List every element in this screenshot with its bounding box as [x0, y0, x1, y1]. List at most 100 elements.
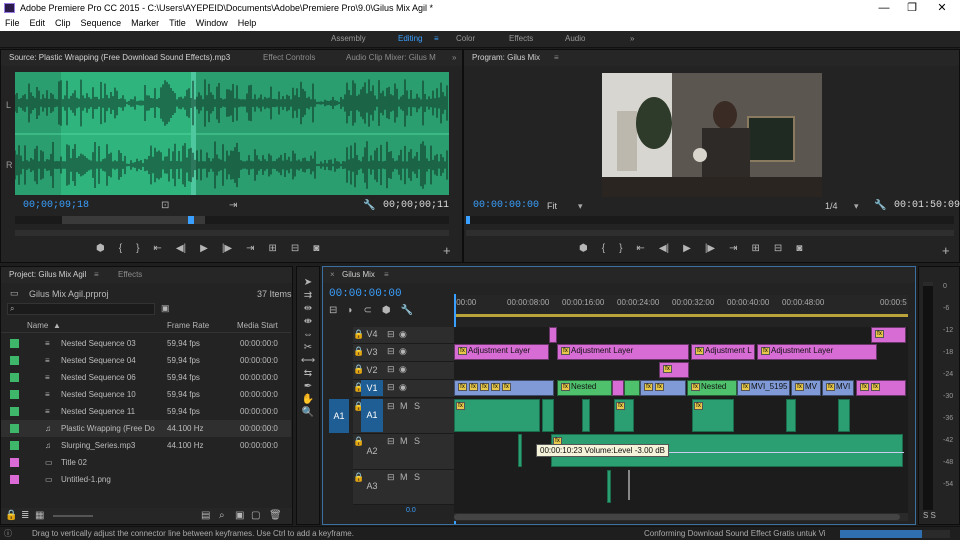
clip-adjustment-layer-4[interactable]: fx Adjustment Layer [757, 344, 877, 360]
label-color-swatch[interactable] [10, 475, 19, 484]
rolling-edit-tool-icon[interactable]: ⇼ [304, 316, 312, 327]
clip-v1-pink[interactable] [612, 380, 624, 396]
workspace-menu-icon[interactable]: ≡ [434, 34, 439, 43]
play-icon[interactable]: ▶ [200, 243, 208, 257]
project-list-item[interactable]: ♫ Slurping_Series.mp3 44.100 Hz 00:00:00:0 [1, 437, 291, 454]
project-list-item[interactable]: ≡ Nested Sequence 06 59,94 fps 00:00:00:0 [1, 369, 291, 386]
clip-adjustment-layer-3[interactable]: fx Adjustment L [691, 344, 755, 360]
program-step-forward-icon[interactable]: |▶ [705, 243, 715, 257]
menu-sequence[interactable]: Sequence [76, 16, 127, 31]
mute-button[interactable]: M [400, 401, 408, 411]
minimize-button[interactable]: — [870, 0, 898, 16]
lock-icon[interactable]: 🔒 [5, 510, 17, 521]
solo-button[interactable]: S [414, 472, 420, 482]
add-marker-icon[interactable]: ⬢ [382, 305, 391, 317]
project-list-item[interactable]: ▭ Title 02 [1, 454, 291, 471]
icon-view-icon[interactable]: ▦ [35, 510, 44, 521]
workspace-effects[interactable]: Effects [509, 34, 533, 43]
menu-help[interactable]: Help [233, 16, 262, 31]
track-target-toggle[interactable]: A3 [361, 470, 383, 503]
sync-lock-icon[interactable]: ⊟ [387, 382, 395, 393]
clip-mvi-2[interactable]: fx MV [791, 380, 821, 396]
track-target-toggle[interactable]: V2 [361, 362, 383, 378]
clip-nested-2[interactable]: fx Nested [687, 380, 737, 396]
fit-chevron-down-icon[interactable]: ▾ [578, 201, 583, 212]
clip-v1-group-1[interactable]: fx fx fx fx fx [454, 380, 554, 396]
program-add-button-icon[interactable]: + [942, 243, 950, 258]
program-step-back-icon[interactable]: ◀| [659, 243, 669, 257]
project-list-item[interactable]: ▭ Untitled-1.png [1, 471, 291, 488]
program-menu-icon[interactable]: ≡ [554, 50, 559, 66]
label-color-swatch[interactable] [10, 407, 19, 416]
close-sequence-icon[interactable]: × [330, 267, 335, 283]
mark-out-icon[interactable]: } [136, 243, 139, 257]
source-playhead[interactable] [188, 216, 194, 224]
insert-icon[interactable]: ⇥ [229, 200, 237, 211]
timeline-ruler[interactable]: :00:00 00:00:08:00 00:00:16:00 00:00:24:00 0… [454, 295, 908, 317]
marker-icon[interactable]: ⬢ [96, 243, 105, 257]
eye-icon[interactable]: ◉ [399, 364, 407, 375]
eye-icon[interactable]: ◉ [399, 346, 407, 357]
clip-v1-end[interactable]: fx fx [856, 380, 906, 396]
insert-clip-icon[interactable]: ⊞ [269, 243, 277, 257]
track-target-toggle[interactable]: V3 [361, 344, 383, 360]
clip-v1-group-2[interactable]: fx fx [640, 380, 686, 396]
timeline-zoom-scrollbar[interactable] [454, 513, 908, 521]
audio-clip-a2-1[interactable] [518, 434, 522, 467]
resolution-dropdown[interactable]: 1/4 [825, 201, 838, 211]
timeline-scroll-thumb[interactable] [454, 514, 900, 520]
label-color-swatch[interactable] [10, 441, 19, 450]
pen-tool-icon[interactable]: ✒ [304, 381, 312, 392]
source-patch-a1[interactable]: A1 [329, 399, 349, 433]
label-color-swatch[interactable] [10, 339, 19, 348]
track-target-toggle[interactable]: A2 [361, 434, 383, 468]
overwrite-icon[interactable]: ⊟ [291, 243, 299, 257]
clip-v1-green[interactable] [624, 380, 640, 396]
master-mix-value[interactable]: 0.0 [406, 507, 416, 514]
program-title[interactable]: Program: Gilus Mix [472, 50, 540, 66]
nest-icon[interactable]: ⊟ [329, 305, 337, 317]
ripple-edit-tool-icon[interactable]: ⇹ [304, 303, 312, 314]
label-color-swatch[interactable] [10, 356, 19, 365]
lift-icon[interactable]: ⊞ [752, 243, 760, 257]
project-list-item[interactable]: ♫ Plastic Wrapping (Free Do 44.100 Hz 00:00… [1, 420, 291, 437]
sequence-menu-icon[interactable]: ≡ [384, 267, 389, 283]
new-file-icon[interactable]: ▢ [251, 510, 260, 521]
workspace-editing[interactable]: Editing [398, 34, 422, 43]
panel-overflow-icon[interactable]: » [452, 50, 456, 66]
step-back-icon[interactable]: ◀| [176, 243, 186, 257]
step-forward-icon[interactable]: |▶ [222, 243, 232, 257]
linked-selection-icon[interactable]: ⊂ [363, 305, 371, 317]
program-video-frame[interactable] [602, 73, 822, 197]
program-play-icon[interactable]: ▶ [683, 243, 691, 257]
audio-clip-a3-1[interactable] [607, 470, 611, 503]
find-icon[interactable]: ⌕ [219, 510, 225, 521]
sync-lock-icon[interactable]: ⊟ [387, 346, 395, 357]
audio-clip-a1-6[interactable] [786, 399, 796, 432]
clip-v2-title[interactable]: fx [659, 362, 689, 378]
project-search-input[interactable]: ⌕ [7, 303, 155, 315]
maximize-button[interactable]: ❐ [898, 0, 926, 16]
column-media-start[interactable]: Media Start [237, 319, 278, 333]
program-mark-in-icon[interactable]: { [602, 243, 605, 257]
mute-button[interactable]: M [400, 436, 408, 446]
source-zoom-bar[interactable] [15, 230, 449, 236]
audio-clip-a1-5[interactable]: fx [692, 399, 734, 432]
clip-v4-end[interactable]: fx [871, 327, 906, 343]
project-menu-icon[interactable]: ≡ [94, 267, 99, 283]
go-to-in-icon[interactable]: ⇤ [153, 243, 161, 257]
program-zoom-bar[interactable] [466, 230, 954, 236]
track-target-toggle[interactable]: A1 [361, 399, 383, 432]
clip-nested-1[interactable]: fx Nested [557, 380, 612, 396]
tab-source[interactable]: Source: Plastic Wrapping (Free Download … [9, 50, 230, 66]
slip-tool-icon[interactable]: ⟷ [301, 355, 315, 366]
sync-lock-icon[interactable]: ⊟ [387, 364, 395, 375]
label-color-swatch[interactable] [10, 424, 19, 433]
selection-tool-icon[interactable]: ➤ [304, 277, 312, 288]
menu-window[interactable]: Window [191, 16, 233, 31]
list-view-icon[interactable]: ≣ [21, 510, 29, 521]
tab-audio-clip-mixer[interactable]: Audio Clip Mixer: Gilus M [346, 50, 436, 66]
extract-icon[interactable]: ⊟ [774, 243, 782, 257]
settings-icon[interactable]: ⊡ [161, 200, 169, 211]
new-bin-bottom-icon[interactable]: ▣ [235, 510, 244, 521]
